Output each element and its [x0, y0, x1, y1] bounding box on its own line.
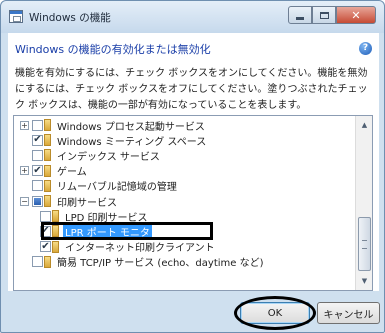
feature-label: LPD 印刷サービス — [65, 212, 148, 224]
feature-checkbox[interactable] — [32, 256, 43, 268]
feature-tree[interactable]: + Windows プロセス起動サービス ✔ Windows ミーティング スペースイ… — [13, 115, 373, 291]
folder-icon — [52, 240, 59, 253]
feature-label: インターネット印刷クライアント — [65, 243, 215, 255]
feature-label: LPR ポート モニタ — [63, 223, 152, 239]
feature-label: インデックス サービス — [57, 151, 160, 163]
feature-label: 印刷サービス — [57, 197, 117, 209]
page-heading: Windows の機能の有効化または無効化 — [15, 43, 211, 56]
close-button[interactable]: ✕ — [336, 6, 376, 24]
folder-icon — [44, 164, 51, 177]
feature-tree-item[interactable]: リムーバブル記憶域の管理 — [20, 179, 179, 193]
windows-features-dialog: Windows の機能 ✕ Windows の機能の有効化または無効化 ? 機能… — [0, 0, 385, 333]
cancel-button[interactable]: キャンセル — [317, 302, 380, 324]
feature-label: ゲーム — [57, 167, 87, 179]
feature-label: Windows プロセス起動サービス — [57, 121, 205, 133]
feature-tree-item[interactable]: LPD 印刷サービス — [40, 209, 149, 224]
feature-label: 簡易 TCP/IP サービス (echo、daytime など) — [57, 258, 264, 270]
folder-icon — [44, 195, 51, 207]
feature-checkbox[interactable]: ✔ — [32, 165, 43, 177]
vertical-scrollbar[interactable]: ▲ ▼ — [355, 116, 372, 290]
feature-checkbox[interactable] — [40, 210, 51, 222]
description-text: 機能を有効にするには、チェック ボックスをオンにしてください。機能を無効にするに… — [15, 68, 368, 111]
feature-tree-item[interactable]: ✔ インターネット印刷クライアント — [40, 240, 217, 254]
window-title: Windows の機能 — [29, 12, 111, 24]
feature-checkbox[interactable] — [32, 149, 43, 161]
folder-icon — [44, 179, 51, 192]
collapse-icon[interactable]: − — [20, 196, 29, 206]
scroll-thumb[interactable] — [358, 217, 371, 271]
minimize-button[interactable] — [288, 6, 312, 24]
minimize-icon — [296, 16, 304, 20]
window-controls: ✕ — [288, 6, 376, 24]
feature-checkbox[interactable] — [32, 195, 43, 207]
close-icon: ✕ — [351, 8, 361, 22]
scroll-up-arrow-icon[interactable]: ▲ — [357, 117, 372, 133]
feature-checkbox[interactable]: ✔ — [40, 225, 51, 237]
feature-tree-item[interactable]: ✔ Windows ミーティング スペース — [20, 133, 208, 148]
feature-label: リムーバブル記憶域の管理 — [57, 182, 177, 194]
feature-tree-item[interactable]: 簡易 TCP/IP サービス (echo、daytime など) — [20, 255, 266, 269]
ok-button[interactable]: OK — [240, 302, 310, 324]
feature-tree-item[interactable]: − 印刷サービス — [20, 194, 119, 209]
title-bar[interactable]: Windows の機能 ✕ — [1, 1, 384, 33]
feature-checkbox[interactable]: ✔ — [40, 241, 51, 253]
feature-tree-item[interactable]: + Windows プロセス起動サービス — [20, 118, 207, 133]
help-icon[interactable]: ? — [359, 42, 372, 55]
maximize-icon — [319, 11, 329, 19]
maximize-button[interactable] — [312, 6, 336, 24]
windows-features-icon — [9, 10, 23, 23]
expand-icon[interactable]: + — [20, 120, 29, 130]
feature-checkbox[interactable]: ✔ — [32, 134, 43, 146]
feature-tree-item[interactable]: インデックス サービス — [20, 148, 162, 163]
feature-checkbox[interactable] — [32, 180, 43, 192]
folder-icon — [44, 255, 51, 268]
folder-icon — [52, 225, 59, 238]
feature-checkbox[interactable] — [32, 119, 43, 131]
folder-icon — [52, 210, 59, 223]
expand-icon[interactable]: + — [20, 166, 29, 176]
feature-label: Windows ミーティング スペース — [57, 136, 207, 148]
dialog-content: Windows の機能の有効化または無効化 ? 機能を有効にするには、チェック … — [8, 33, 379, 291]
feature-tree-item[interactable]: + ✔ ゲーム — [20, 164, 89, 178]
folder-icon — [44, 134, 51, 147]
feature-tree-item[interactable]: ✔ LPR ポート モニタ — [40, 223, 152, 239]
scroll-down-arrow-icon[interactable]: ▼ — [357, 273, 372, 289]
folder-icon — [44, 119, 51, 131]
folder-icon — [44, 149, 51, 162]
